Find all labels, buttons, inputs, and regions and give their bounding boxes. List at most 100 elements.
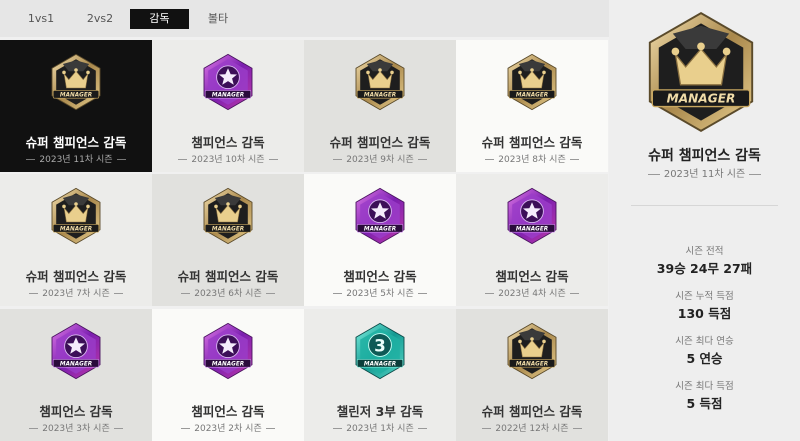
- svg-text:MANAGER: MANAGER: [516, 226, 548, 232]
- badge-card[interactable]: MANAGER 슈퍼 챔피언스 감독 2022년 12차 시즌: [456, 309, 608, 441]
- card-title: 슈퍼 챔피언스 감독: [481, 135, 583, 150]
- card-title: 슈퍼 챔피언스 감독: [25, 135, 127, 150]
- card-season: 2023년 3차 시즌: [0, 421, 152, 434]
- badge-card[interactable]: MANAGER 챔피언스 감독 2023년 3차 시즌: [0, 309, 152, 441]
- svg-text:MANAGER: MANAGER: [364, 226, 396, 232]
- stat-max-goals-label: 시즌 최다 득점: [675, 381, 734, 392]
- stat-max-goals-value: 5 득점: [686, 396, 723, 411]
- card-title: 슈퍼 챔피언스 감독: [329, 135, 431, 150]
- dash-icon: [116, 159, 126, 160]
- badge-card[interactable]: MANAGER 슈퍼 챔피언스 감독 2023년 11차 시즌: [0, 40, 152, 172]
- dash-icon: [333, 293, 343, 294]
- dash-icon: [572, 428, 582, 429]
- crown-icon: MANAGER: [51, 187, 101, 245]
- dash-icon: [417, 293, 427, 294]
- mode-tabs: 1vs1 2vs2 감독 볼타: [0, 0, 609, 37]
- card-season: 2023년 8차 시즌: [456, 152, 608, 165]
- card-season: 2023년 6차 시즌: [152, 286, 304, 299]
- star-icon: MANAGER: [507, 187, 557, 245]
- tab-1vs1[interactable]: 1vs1: [12, 9, 70, 29]
- card-season: 2023년 9차 시즌: [304, 152, 456, 165]
- dash-icon: [333, 428, 343, 429]
- card-season: 2023년 11차 시즌: [0, 152, 152, 165]
- badge-card[interactable]: 3 MANAGER 챌린저 3부 감독 2023년 1차 시즌: [304, 309, 456, 441]
- badge-detail-panel: MANAGER 슈퍼 챔피언스 감독 2023년 11차 시즌 시즌 전적 39…: [609, 0, 800, 441]
- crown-icon: MANAGER: [203, 187, 253, 245]
- card-season: 2022년 12차 시즌: [456, 421, 608, 434]
- svg-text:MANAGER: MANAGER: [212, 226, 244, 232]
- tab-manager[interactable]: 감독: [130, 9, 189, 29]
- tab-volta[interactable]: 볼타: [189, 9, 247, 29]
- crown-icon: MANAGER: [355, 53, 405, 111]
- star-icon: MANAGER: [203, 53, 253, 111]
- dash-icon: [113, 293, 123, 294]
- dash-icon: [569, 159, 579, 160]
- detail-season: 2023년 11차 시즌: [609, 165, 800, 180]
- tab-2vs2[interactable]: 2vs2: [70, 9, 130, 29]
- dash-icon: [265, 428, 275, 429]
- card-season: 2023년 5차 시즌: [304, 286, 456, 299]
- stat-goals-value: 130 득점: [677, 306, 732, 321]
- card-season: 2023년 10차 시즌: [152, 152, 304, 165]
- badge-card[interactable]: MANAGER 슈퍼 챔피언스 감독 2023년 6차 시즌: [152, 174, 304, 306]
- card-title: 챌린저 3부 감독: [336, 404, 424, 419]
- dash-icon: [265, 293, 275, 294]
- card-season: 2023년 7차 시즌: [0, 286, 152, 299]
- card-title: 챔피언스 감독: [191, 404, 265, 419]
- dash-icon: [485, 293, 495, 294]
- detail-title: 슈퍼 챔피언스 감독: [648, 148, 761, 164]
- badge-card[interactable]: MANAGER 챔피언스 감독 2023년 5차 시즌: [304, 174, 456, 306]
- svg-text:MANAGER: MANAGER: [60, 361, 92, 367]
- crown-icon: MANAGER: [51, 53, 101, 111]
- card-title: 슈퍼 챔피언스 감독: [177, 269, 279, 284]
- badge-card[interactable]: MANAGER 슈퍼 챔피언스 감독 2023년 7차 시즌: [0, 174, 152, 306]
- star-icon: MANAGER: [51, 322, 101, 380]
- svg-text:MANAGER: MANAGER: [364, 361, 396, 367]
- dash-icon: [113, 428, 123, 429]
- dash-icon: [181, 428, 191, 429]
- stat-record-value: 39승 24무 27패: [656, 261, 753, 276]
- dash-icon: [268, 159, 278, 160]
- dash-icon: [569, 293, 579, 294]
- badge-card[interactable]: MANAGER 슈퍼 챔피언스 감독 2023년 9차 시즌: [304, 40, 456, 172]
- dash-icon: [417, 159, 427, 160]
- badge-card[interactable]: MANAGER 챔피언스 감독 2023년 10차 시즌: [152, 40, 304, 172]
- dash-icon: [181, 293, 191, 294]
- divider: [631, 205, 778, 206]
- dash-icon: [29, 428, 39, 429]
- stat-streak-label: 시즌 최다 연승: [675, 336, 734, 347]
- badge-card[interactable]: MANAGER 챔피언스 감독 2023년 4차 시즌: [456, 174, 608, 306]
- card-title: 챔피언스 감독: [495, 269, 569, 284]
- stat-streak-value: 5 연승: [686, 351, 723, 366]
- dash-icon: [26, 159, 36, 160]
- dash-icon: [485, 159, 495, 160]
- svg-text:MANAGER: MANAGER: [60, 92, 92, 98]
- dash-icon: [333, 159, 343, 160]
- dash-icon: [178, 159, 188, 160]
- card-title: 챔피언스 감독: [191, 135, 265, 150]
- svg-text:MANAGER: MANAGER: [212, 92, 244, 98]
- badge-card[interactable]: MANAGER 슈퍼 챔피언스 감독 2023년 8차 시즌: [456, 40, 608, 172]
- number-3-icon: 3 MANAGER: [355, 322, 405, 380]
- star-icon: MANAGER: [355, 187, 405, 245]
- card-season: 2023년 1차 시즌: [304, 421, 456, 434]
- card-season: 2023년 2차 시즌: [152, 421, 304, 434]
- badge-grid: MANAGER 슈퍼 챔피언스 감독 2023년 11차 시즌 MANAGER …: [0, 40, 609, 441]
- card-season: 2023년 4차 시즌: [456, 286, 608, 299]
- svg-text:MANAGER: MANAGER: [516, 361, 548, 367]
- star-icon: MANAGER: [203, 322, 253, 380]
- card-title: 슈퍼 챔피언스 감독: [25, 269, 127, 284]
- dash-icon: [749, 173, 762, 175]
- svg-text:MANAGER: MANAGER: [364, 92, 396, 98]
- badge-card[interactable]: MANAGER 챔피언스 감독 2023년 2차 시즌: [152, 309, 304, 441]
- card-title: 슈퍼 챔피언스 감독: [481, 404, 583, 419]
- stat-record-label: 시즌 전적: [685, 246, 724, 257]
- dash-icon: [29, 293, 39, 294]
- crown-icon: MANAGER: [507, 322, 557, 380]
- card-title: 챔피언스 감독: [343, 269, 417, 284]
- svg-text:MANAGER: MANAGER: [212, 361, 244, 367]
- svg-text:MANAGER: MANAGER: [60, 226, 92, 232]
- dash-icon: [647, 173, 660, 175]
- crown-icon: MANAGER: [507, 53, 557, 111]
- svg-text:MANAGER: MANAGER: [516, 92, 548, 98]
